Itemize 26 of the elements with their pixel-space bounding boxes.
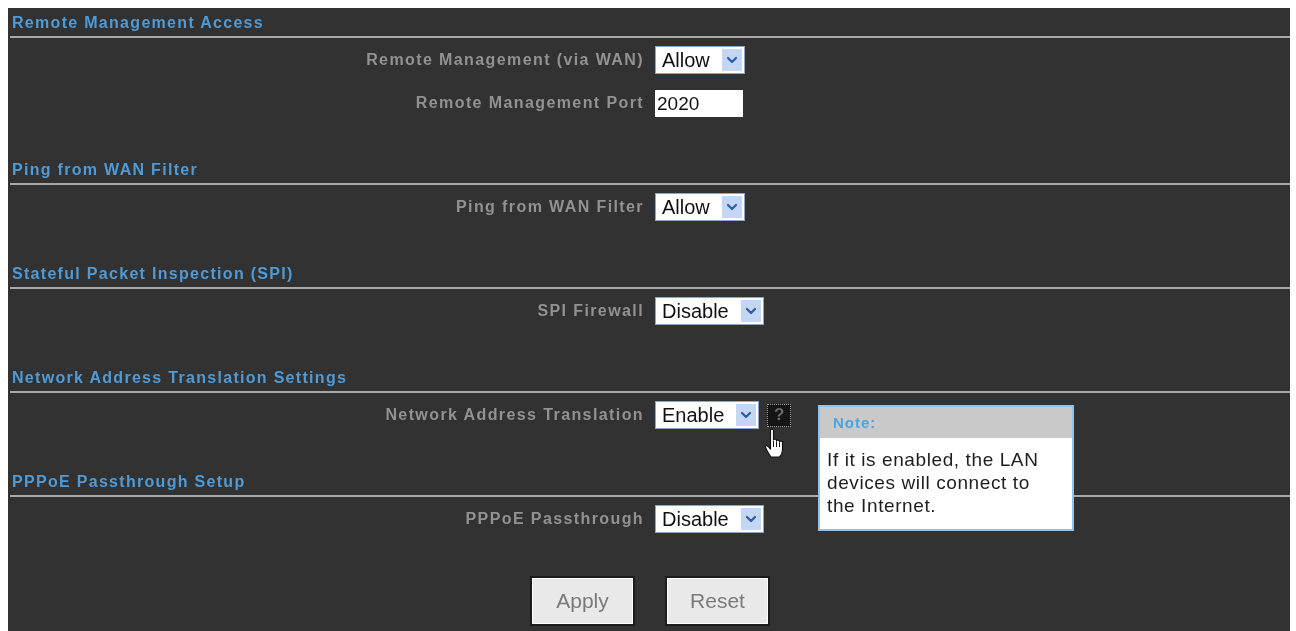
dropdown[interactable]: Disable — [655, 297, 764, 325]
field-label: Network Address Translation — [385, 405, 644, 425]
chevron-down-icon — [721, 49, 742, 71]
section-heading: Remote Management Access — [12, 15, 265, 31]
action-button[interactable]: Apply — [530, 576, 635, 626]
dropdown[interactable]: Disable — [655, 505, 764, 533]
field-label: Ping from WAN Filter — [456, 197, 644, 217]
dropdown[interactable]: Enable — [655, 401, 760, 429]
field-label: SPI Firewall — [537, 301, 644, 321]
section-heading: Network Address Translation Settings — [12, 370, 348, 386]
chevron-down-icon — [721, 196, 742, 218]
chevron-down-icon — [740, 300, 761, 322]
dropdown[interactable]: Allow — [655, 46, 745, 74]
field-label: PPPoE Passthrough — [465, 509, 644, 529]
port-input-field[interactable]: 2020 — [655, 89, 743, 117]
chevron-down-icon — [736, 404, 757, 426]
field-label: Remote Management Port — [415, 93, 644, 113]
tooltip-title: Note: — [820, 407, 1072, 438]
tooltip-text: If it is enabled, the LAN devices will connect to the Internet. — [826, 448, 1040, 518]
action-button[interactable]: Reset — [665, 576, 770, 626]
dropdown[interactable]: Allow — [655, 193, 745, 221]
section-heading: PPPoE Passthrough Setup — [12, 474, 246, 490]
field-label: Remote Management (via WAN) — [366, 50, 644, 70]
section-heading: Ping from WAN Filter — [12, 162, 198, 178]
chevron-down-icon — [740, 508, 761, 530]
section-heading: Stateful Packet Inspection (SPI) — [12, 266, 294, 282]
